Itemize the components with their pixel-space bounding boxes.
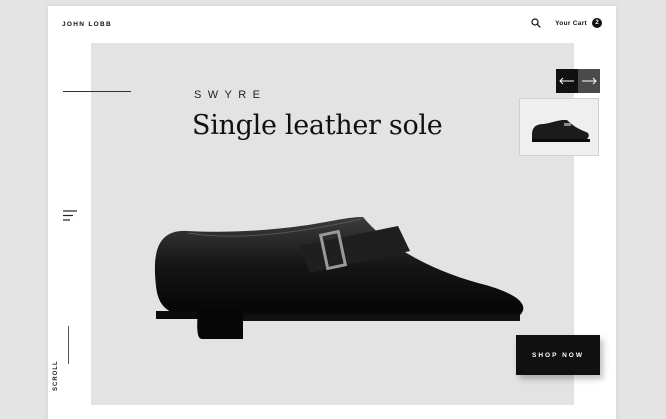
page: JOHN LOBB Your Cart 2 SWYRE Single leath…	[48, 6, 616, 419]
product-image-shoe	[154, 217, 524, 339]
product-thumbnail[interactable]	[519, 98, 599, 156]
hamburger-menu-icon[interactable]	[63, 210, 77, 221]
search-icon[interactable]	[531, 18, 541, 28]
product-collection: SWYRE	[194, 89, 267, 101]
scroll-indicator-line	[68, 326, 69, 364]
cart-count-badge[interactable]: 2	[592, 18, 602, 28]
arrow-right-icon	[582, 77, 597, 85]
scroll-label: SCROLL	[53, 360, 59, 391]
next-button[interactable]	[578, 69, 600, 93]
product-title: Single leather sole	[192, 110, 443, 141]
arrow-left-icon	[559, 77, 574, 85]
prev-button[interactable]	[556, 69, 578, 93]
carousel-nav	[556, 69, 600, 93]
title-divider	[63, 91, 131, 92]
shop-now-button[interactable]: SHOP NOW	[516, 335, 600, 375]
brand-logo[interactable]: JOHN LOBB	[62, 21, 112, 28]
cart-link[interactable]: Your Cart	[555, 20, 587, 27]
header-actions: Your Cart 2	[531, 18, 602, 28]
shoe-thumbnail-image	[532, 120, 590, 142]
